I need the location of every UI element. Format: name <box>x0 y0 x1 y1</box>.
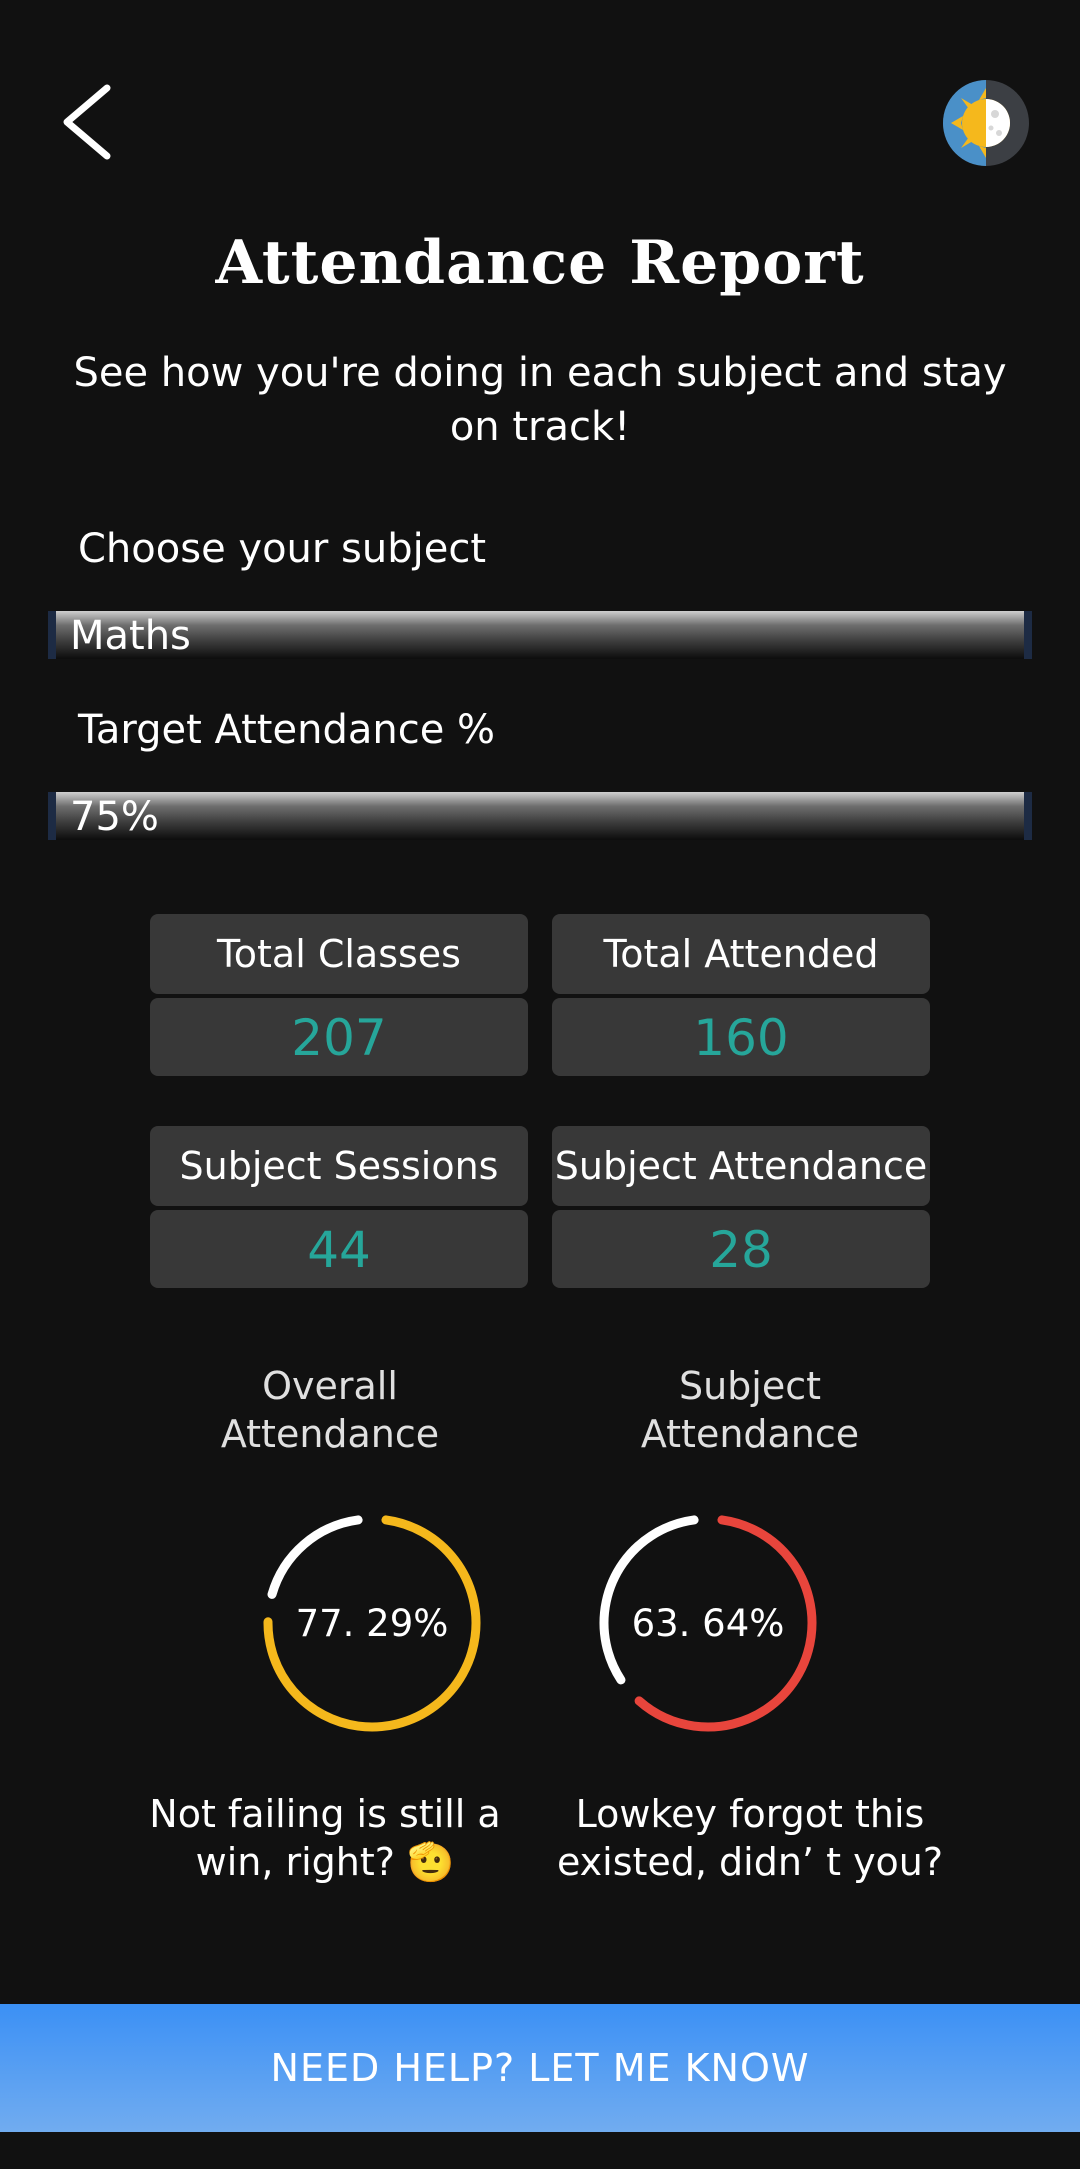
chevron-left-icon <box>63 84 111 160</box>
theme-toggle-button[interactable] <box>939 78 1033 168</box>
back-button[interactable] <box>52 82 122 162</box>
subject-attendance-message: Lowkey forgot this existed, didn’ t you? <box>556 1792 944 1884</box>
navigation-bar <box>0 2132 1080 2169</box>
overall-attendance-ring: 77. 29% <box>257 1508 487 1738</box>
total-classes-label: Total Classes <box>150 914 528 994</box>
subject-sessions-label: Subject Sessions <box>150 1126 528 1206</box>
sun-moon-icon <box>943 80 1029 166</box>
attendance-report-page: Attendance Report See how you're doing i… <box>0 0 1080 2169</box>
subject-attendance-label: Subject Attendance <box>552 1126 930 1206</box>
subject-attendance-ring: 63. 64% <box>593 1508 823 1738</box>
target-attendance-select[interactable]: 75% <box>48 792 1032 840</box>
total-attended-label: Total Attended <box>552 914 930 994</box>
overall-attendance-percent: 77. 29% <box>295 1601 449 1645</box>
page-title: Attendance Report <box>215 228 865 298</box>
overall-attendance-message: Not failing is still a win, right? 🫡 <box>149 1792 501 1884</box>
subject-select[interactable]: Maths <box>48 611 1032 659</box>
total-attended-value: 160 <box>552 998 930 1076</box>
page-subtitle: See how you're doing in each subject and… <box>73 350 1007 450</box>
subject-select-label: Choose your subject <box>78 526 487 572</box>
need-help-button[interactable]: NEED HELP? LET ME KNOW <box>0 2004 1080 2132</box>
overall-attendance-label: Overall Attendance <box>220 1364 440 1456</box>
subject-attendance-percent: 63. 64% <box>631 1601 785 1645</box>
total-classes-value: 207 <box>150 998 528 1076</box>
subject-sessions-value: 44 <box>150 1210 528 1288</box>
subject-attendance-value: 28 <box>552 1210 930 1288</box>
target-select-label: Target Attendance % <box>78 707 496 753</box>
subject-attendance-ring-label: Subject Attendance <box>640 1364 860 1456</box>
